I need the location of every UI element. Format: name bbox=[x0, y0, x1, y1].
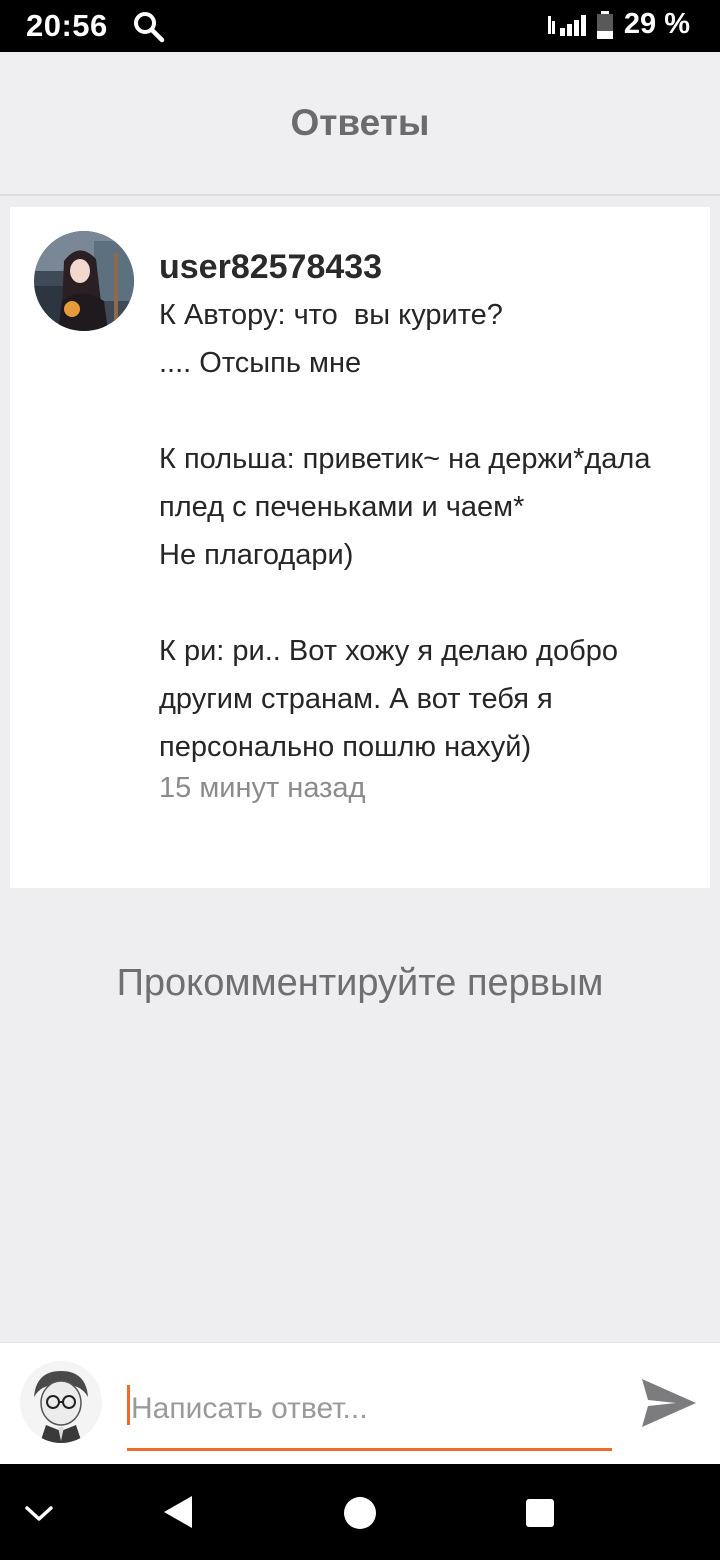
my-avatar bbox=[20, 1361, 102, 1443]
reply-field[interactable] bbox=[127, 1379, 612, 1451]
cell-signal-icon bbox=[547, 14, 586, 36]
battery-icon bbox=[596, 10, 613, 39]
app-header: Ответы bbox=[0, 52, 720, 196]
avatar-image bbox=[34, 231, 134, 331]
text-cursor bbox=[127, 1385, 130, 1425]
back-icon[interactable] bbox=[162, 1494, 194, 1530]
status-bar: 20:56 29 % bbox=[0, 0, 720, 52]
comment-card: user82578433 К Автору: что вы курите? ..… bbox=[10, 207, 710, 888]
chevron-down-icon[interactable] bbox=[24, 1504, 54, 1524]
comment-timestamp: 15 минут назад bbox=[159, 772, 366, 804]
comment-username[interactable]: user82578433 bbox=[159, 245, 689, 289]
avatar[interactable] bbox=[34, 231, 134, 331]
reply-input[interactable] bbox=[131, 1379, 601, 1439]
status-indicators: 29 % bbox=[547, 8, 690, 41]
my-avatar-image bbox=[20, 1361, 102, 1443]
search-icon bbox=[134, 12, 165, 43]
system-nav-bar bbox=[0, 1464, 720, 1560]
status-time: 20:56 bbox=[26, 8, 108, 43]
battery-percentage: 29 % bbox=[623, 8, 690, 40]
comment-body: user82578433 К Автору: что вы курите? ..… bbox=[159, 245, 689, 807]
empty-state-text: Прокомментируйте первым bbox=[116, 962, 604, 1004]
reply-bar bbox=[0, 1342, 720, 1464]
recents-icon[interactable] bbox=[525, 1498, 555, 1528]
home-icon[interactable] bbox=[343, 1496, 377, 1530]
send-icon[interactable] bbox=[638, 1375, 700, 1431]
page-title: Ответы bbox=[290, 102, 430, 143]
comment-text: К Автору: что вы курите? .... Отсыпь мне… bbox=[159, 299, 651, 763]
